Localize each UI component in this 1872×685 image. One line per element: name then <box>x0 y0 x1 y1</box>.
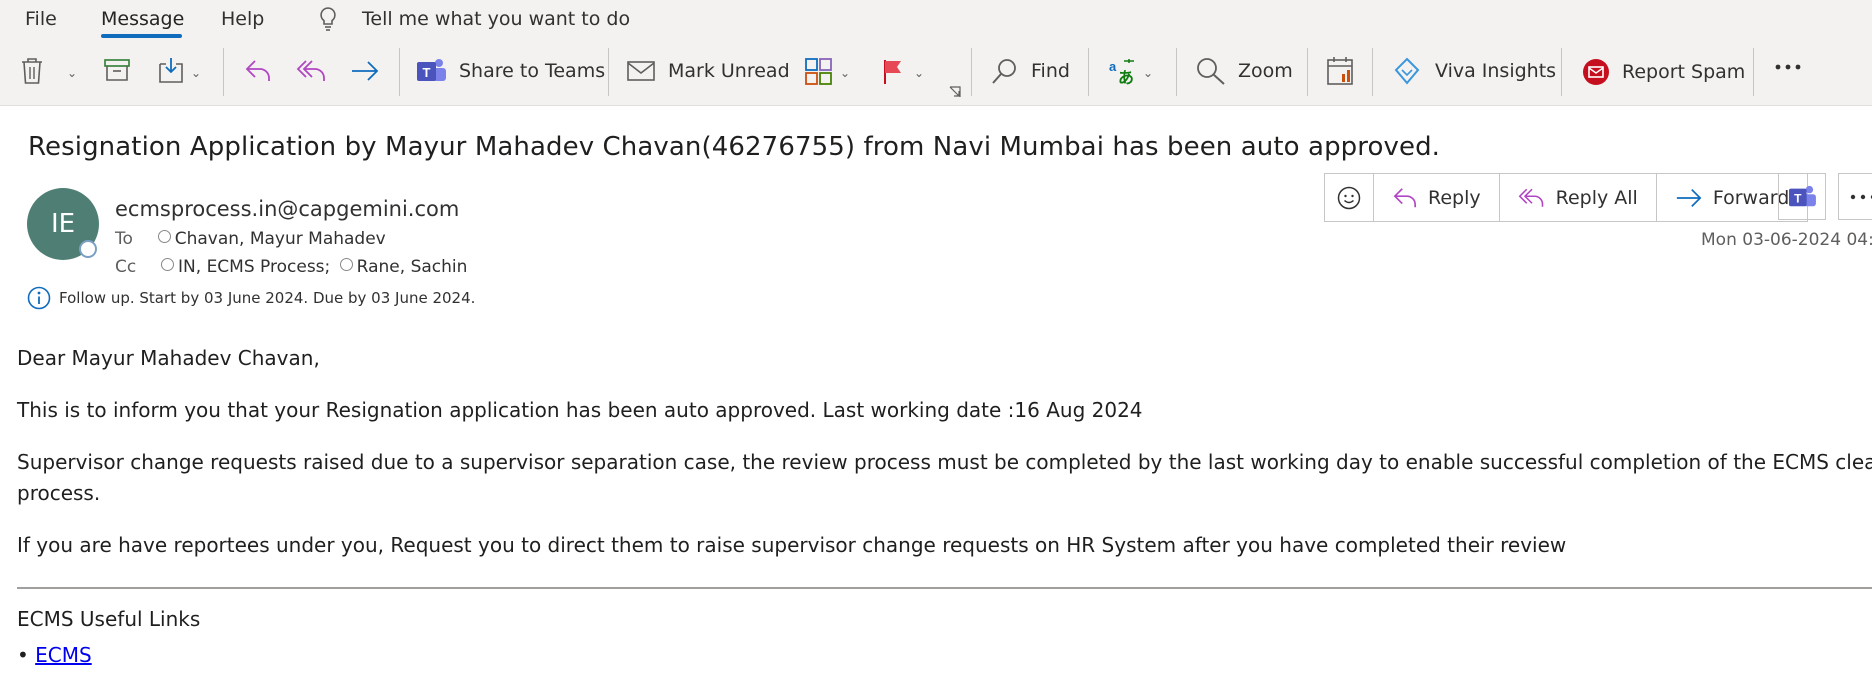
lightbulb-icon <box>318 6 338 34</box>
to-label: To <box>115 229 133 249</box>
find-button[interactable]: Find <box>991 57 1070 85</box>
zoom-label: Zoom <box>1238 60 1293 82</box>
dialog-launcher-icon[interactable] <box>949 86 961 98</box>
envelope-icon <box>626 58 656 84</box>
ribbon <box>0 0 1872 106</box>
reply-button[interactable]: Reply <box>1374 174 1500 221</box>
toolbar-separator <box>1753 48 1754 96</box>
cc-label: Cc <box>115 257 137 277</box>
bullet: • <box>17 643 29 667</box>
svg-text:T: T <box>423 65 431 80</box>
to-line: To Chavan, Mayur Mahadev <box>115 229 386 249</box>
delete-icon[interactable] <box>20 57 44 85</box>
forward-icon <box>1675 187 1703 209</box>
tab-file[interactable]: File <box>25 8 57 30</box>
presence-status-icon <box>79 240 97 258</box>
reaction-button[interactable] <box>1325 174 1374 221</box>
tab-help[interactable]: Help <box>221 8 264 30</box>
recipient-presence-icon <box>157 230 171 243</box>
more-options-icon[interactable] <box>1774 62 1804 72</box>
translate-dropdown-chevron-icon[interactable]: ⌄ <box>1143 66 1153 80</box>
horizontal-divider <box>17 587 1872 589</box>
delete-dropdown-chevron-icon[interactable]: ⌄ <box>67 66 77 80</box>
report-spam-label: Report Spam <box>1622 61 1746 83</box>
translate-icon[interactable]: aあ <box>1108 57 1138 85</box>
body-paragraph: Supervisor change requests raised due to… <box>17 450 1872 474</box>
recipient-presence-icon <box>161 258 175 271</box>
info-icon <box>27 286 51 310</box>
body-paragraph: If you are have reportees under you, Req… <box>17 533 1567 557</box>
categorize-dropdown-chevron-icon[interactable]: ⌄ <box>840 66 850 80</box>
find-label: Find <box>1031 60 1070 82</box>
reply-all-icon[interactable] <box>296 58 328 84</box>
tab-message[interactable]: Message <box>101 8 184 30</box>
tell-me-search[interactable]: Tell me what you want to do <box>362 8 630 30</box>
recipient-presence-icon <box>339 258 353 271</box>
active-tab-underline <box>101 34 182 38</box>
reply-all-label: Reply All <box>1555 186 1638 209</box>
cc-recipient[interactable]: IN, ECMS Process; <box>178 257 330 277</box>
viva-insights-button[interactable]: Viva Insights <box>1393 57 1556 85</box>
zoom-button[interactable]: Zoom <box>1196 57 1293 85</box>
body-paragraph: This is to inform you that your Resignat… <box>17 398 1143 422</box>
share-to-teams-label: Share to Teams <box>459 60 606 82</box>
svg-text:T: T <box>1794 191 1802 205</box>
teams-icon: T <box>1787 184 1817 210</box>
toolbar-separator <box>1088 48 1089 96</box>
find-icon <box>991 57 1019 85</box>
svg-text:a: a <box>1109 59 1117 74</box>
more-actions-button[interactable] <box>1838 173 1872 220</box>
toolbar-separator <box>1561 48 1562 96</box>
followup-infobar: Follow up. Start by 03 June 2024. Due by… <box>27 286 475 310</box>
archive-icon[interactable] <box>104 58 130 82</box>
share-to-teams-button[interactable]: T Share to Teams <box>415 57 605 85</box>
zoom-icon <box>1196 57 1226 85</box>
links-heading: ECMS Useful Links <box>17 607 201 631</box>
reply-label: Reply <box>1428 186 1481 209</box>
cc-line: Cc IN, ECMS Process; Rane, Sachin <box>115 257 467 277</box>
viva-insights-label: Viva Insights <box>1435 60 1557 82</box>
cc-recipient[interactable]: Rane, Sachin <box>357 257 468 277</box>
forward-icon[interactable] <box>350 60 380 82</box>
toolbar-separator <box>399 48 400 96</box>
mark-unread-button[interactable]: Mark Unread <box>626 58 790 84</box>
reply-icon[interactable] <box>244 58 272 84</box>
move-dropdown-chevron-icon[interactable]: ⌄ <box>191 66 201 80</box>
reply-actions-bar: Reply Reply All Forward <box>1324 173 1809 222</box>
smiley-icon <box>1337 186 1361 210</box>
categorize-icon[interactable] <box>805 58 833 86</box>
move-icon[interactable] <box>157 56 185 84</box>
followup-text: Follow up. Start by 03 June 2024. Due by… <box>59 289 476 307</box>
greeting: Dear Mayur Mahadev Chavan, <box>17 346 320 370</box>
viva-insights-icon <box>1393 57 1421 85</box>
toolbar-separator <box>1307 48 1308 96</box>
report-spam-button[interactable]: Report Spam <box>1582 58 1745 86</box>
calendar-icon[interactable] <box>1326 56 1354 86</box>
flag-dropdown-chevron-icon[interactable]: ⌄ <box>914 66 924 80</box>
ecms-link[interactable]: ECMS <box>35 643 92 667</box>
svg-text:あ: あ <box>1118 69 1134 85</box>
message-datetime: Mon 03-06-2024 04:0 <box>1701 230 1872 250</box>
toolbar-separator <box>223 48 224 96</box>
reply-icon <box>1392 186 1418 210</box>
message-subject: Resignation Application by Mayur Mahadev… <box>28 132 1441 162</box>
teams-chat-button[interactable]: T <box>1778 173 1826 220</box>
more-options-icon <box>1850 193 1872 201</box>
avatar-initials: IE <box>50 209 76 239</box>
teams-icon: T <box>415 57 447 85</box>
reply-all-icon <box>1518 186 1546 210</box>
reply-all-button[interactable]: Reply All <box>1500 174 1657 221</box>
toolbar-separator <box>1372 48 1373 96</box>
toolbar-separator <box>1176 48 1177 96</box>
toolbar-separator <box>971 48 972 96</box>
link-list-item: • ECMS <box>17 643 92 667</box>
sender-address[interactable]: ecmsprocess.in@capgemini.com <box>115 197 459 221</box>
mark-unread-label: Mark Unread <box>668 60 790 82</box>
report-spam-icon <box>1582 58 1610 86</box>
body-paragraph: process. <box>17 481 101 505</box>
toolbar-separator <box>608 48 609 96</box>
flag-icon[interactable] <box>882 58 906 86</box>
to-recipient[interactable]: Chavan, Mayur Mahadev <box>175 229 386 249</box>
